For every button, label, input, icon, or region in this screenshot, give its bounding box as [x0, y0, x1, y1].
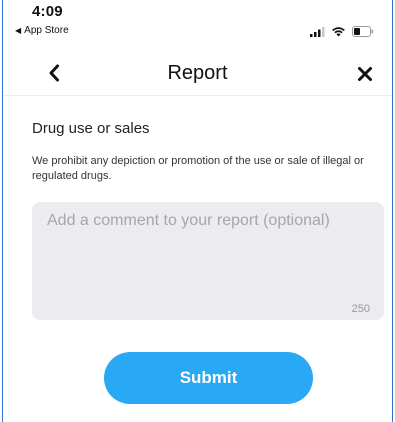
report-reason-title: Drug use or sales: [32, 120, 150, 137]
comment-box: 250: [32, 202, 384, 320]
report-reason-description: We prohibit any depiction or promotion o…: [32, 155, 364, 182]
character-count: 250: [351, 303, 370, 315]
back-to-app-label: App Store: [24, 25, 69, 36]
close-icon: [358, 67, 372, 81]
page-title: Report: [167, 62, 228, 84]
wifi-icon: [332, 27, 345, 37]
close-button[interactable]: [352, 61, 378, 87]
signal-icon: [310, 26, 325, 37]
status-time: 4:09: [32, 3, 63, 20]
header-divider: [3, 95, 392, 96]
back-to-app-link[interactable]: ◀ App Store: [15, 25, 69, 36]
back-triangle-icon: ◀: [15, 26, 22, 35]
status-bar: 4:09 ◀ App Store: [0, 0, 395, 54]
submit-button[interactable]: Submit: [104, 352, 313, 404]
battery-icon: [352, 26, 374, 37]
navigation-bar: Report: [0, 54, 395, 92]
status-icons: [310, 26, 374, 37]
comment-input[interactable]: [32, 202, 384, 320]
